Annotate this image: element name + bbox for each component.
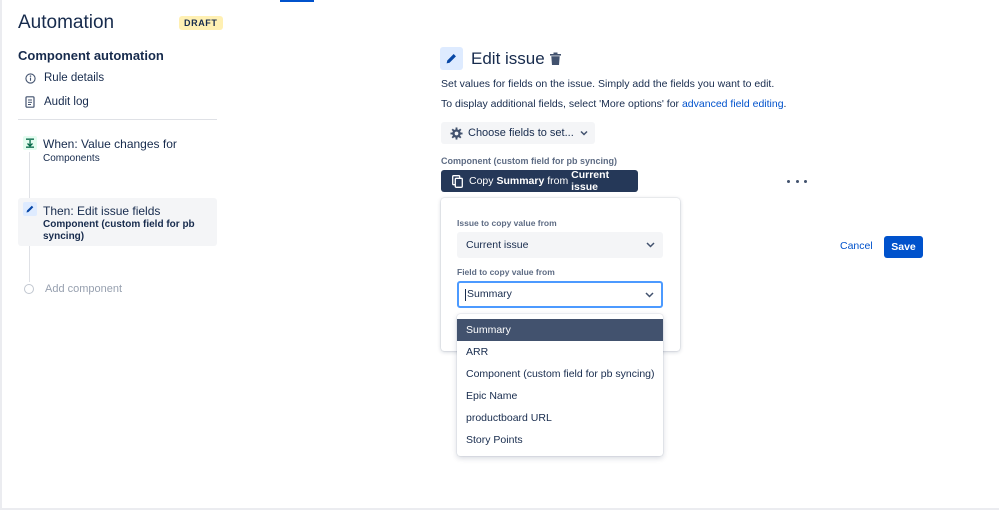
chevron-down-icon bbox=[580, 130, 588, 136]
step-then-title: Then: Edit issue fields bbox=[43, 204, 161, 218]
copy-source-name: Current issue bbox=[571, 169, 610, 193]
more-dot-icon bbox=[787, 179, 790, 183]
trash-icon[interactable] bbox=[549, 52, 562, 66]
field-source-select[interactable]: Summary bbox=[457, 281, 663, 308]
info-icon bbox=[24, 72, 36, 84]
issue-source-select[interactable]: Current issue bbox=[457, 232, 663, 258]
description-line-2: To display additional fields, select 'Mo… bbox=[441, 98, 786, 110]
dropdown-option-story-points[interactable]: Story Points bbox=[457, 429, 663, 451]
app-title: Automation bbox=[18, 12, 115, 33]
choose-fields-label: Choose fields to set... bbox=[468, 127, 574, 139]
step-then-subtitle: Component (custom field for pb syncing) bbox=[43, 219, 195, 242]
more-dot-icon bbox=[804, 179, 807, 183]
advanced-field-editing-link[interactable]: advanced field editing bbox=[682, 98, 784, 110]
document-icon bbox=[24, 96, 36, 108]
trigger-icon bbox=[23, 136, 37, 150]
section-title: Component automation bbox=[18, 48, 164, 63]
field-source-input[interactable]: Summary bbox=[465, 288, 512, 301]
top-tab-indicator bbox=[280, 0, 314, 2]
edit-pencil-icon bbox=[440, 47, 463, 70]
draft-badge: DRAFT bbox=[179, 16, 223, 30]
nav-audit-log[interactable]: Audit log bbox=[24, 96, 89, 108]
pencil-icon bbox=[23, 202, 37, 216]
dropdown-option-arr[interactable]: ARR bbox=[457, 341, 663, 363]
copy-value-button[interactable]: Copy Summary from Current issue bbox=[441, 169, 638, 193]
description-text: To display additional fields, select 'Mo… bbox=[441, 98, 682, 110]
window-left-border bbox=[0, 0, 2, 510]
description-line-1: Set values for fields on the issue. Simp… bbox=[441, 78, 775, 90]
component-field-label: Component (custom field for pb syncing) bbox=[441, 156, 617, 166]
field-options-dropdown: Summary ARR Component (custom field for … bbox=[457, 314, 663, 456]
chevron-down-icon bbox=[646, 242, 655, 248]
save-button[interactable]: Save bbox=[884, 236, 923, 258]
copy-field-name: Summary bbox=[496, 175, 545, 187]
issue-source-label: Issue to copy value from bbox=[457, 218, 557, 228]
add-component-label: Add component bbox=[45, 283, 123, 295]
nav-rule-details[interactable]: Rule details bbox=[24, 72, 104, 84]
step-then-action[interactable]: Then: Edit issue fields Component (custo… bbox=[18, 198, 217, 246]
more-options-button[interactable] bbox=[787, 174, 807, 188]
step-when-title: When: Value changes for bbox=[43, 137, 177, 151]
field-source-label: Field to copy value from bbox=[457, 267, 555, 277]
copy-icon bbox=[452, 174, 463, 188]
copy-middle: from bbox=[544, 175, 572, 187]
copy-prefix: Copy bbox=[469, 175, 497, 187]
chevron-down-icon bbox=[645, 291, 654, 298]
nav-rule-details-label: Rule details bbox=[44, 72, 105, 84]
add-circle-icon bbox=[24, 284, 34, 294]
issue-source-value: Current issue bbox=[466, 239, 529, 251]
cancel-button[interactable]: Cancel bbox=[840, 240, 873, 252]
step-when-trigger[interactable]: When: Value changes for Components bbox=[18, 132, 217, 172]
more-dot-icon bbox=[795, 179, 799, 183]
description-period: . bbox=[783, 98, 787, 110]
nav-audit-log-label: Audit log bbox=[44, 96, 89, 108]
dropdown-option-epic-name[interactable]: Epic Name bbox=[457, 385, 663, 407]
dropdown-option-summary[interactable]: Summary bbox=[457, 319, 663, 341]
choose-fields-button[interactable]: Choose fields to set... bbox=[441, 122, 595, 144]
text-cursor bbox=[465, 288, 466, 301]
gear-icon bbox=[450, 126, 463, 140]
add-component-button[interactable]: Add component bbox=[24, 283, 122, 295]
step-when-subtitle: Components bbox=[43, 153, 100, 164]
field-source-value: Summary bbox=[467, 288, 512, 301]
page-title: Edit issue bbox=[471, 49, 545, 68]
dropdown-option-productboard-url[interactable]: productboard URL bbox=[457, 407, 663, 429]
dropdown-option-component[interactable]: Component (custom field for pb syncing) bbox=[457, 363, 663, 385]
sidebar-divider bbox=[18, 119, 217, 120]
